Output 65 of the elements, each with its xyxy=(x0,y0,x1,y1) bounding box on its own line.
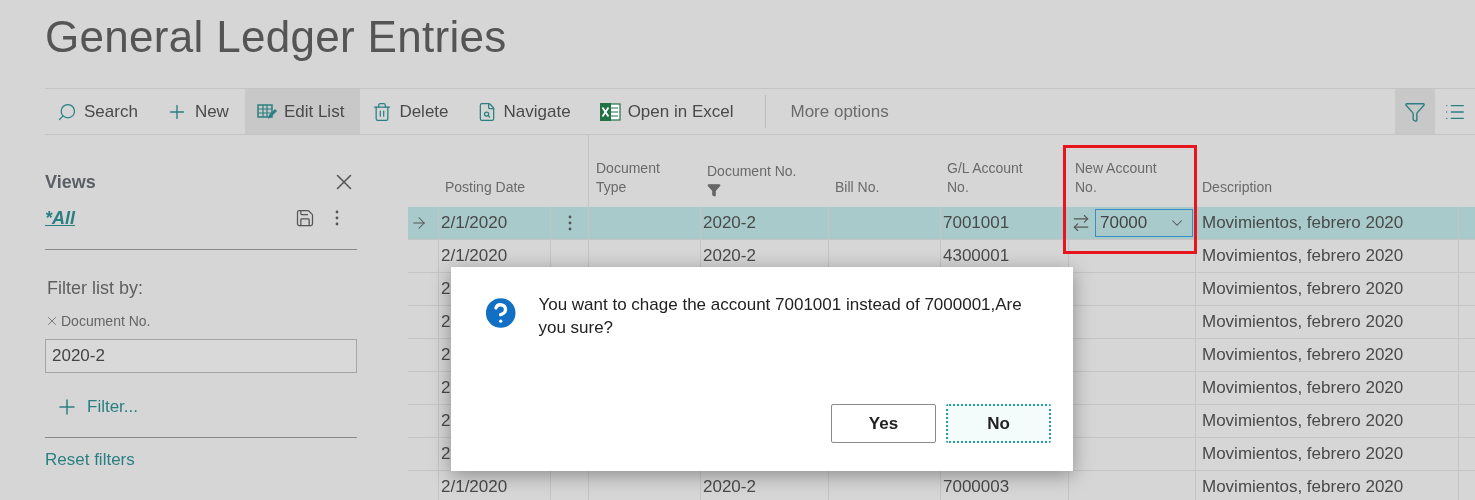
column-header[interactable]: Description xyxy=(1202,178,1292,197)
search-icon xyxy=(57,101,77,122)
trash-icon xyxy=(372,101,393,122)
filter-button[interactable] xyxy=(1395,89,1435,134)
table-cell: 7001001 xyxy=(943,213,1010,233)
table-cell: Movimientos, febrero 2020 xyxy=(1202,213,1404,233)
toolbar-button[interactable]: Open in Excel xyxy=(586,89,750,134)
filter-heading: Filter list by: xyxy=(47,278,144,299)
remove-filter-icon[interactable] xyxy=(45,314,59,328)
column-header[interactable]: G/L Account No. xyxy=(947,159,1037,197)
table-cell: 7000003 xyxy=(943,477,1010,497)
spreadsheet-icon xyxy=(598,101,621,122)
table-cell: 2 xyxy=(441,279,451,299)
view-link[interactable]: *All xyxy=(45,207,295,229)
table-cell: Movimientos, febrero 2020 xyxy=(1202,312,1404,332)
toolbar-button[interactable]: Search xyxy=(45,89,154,134)
add-filter-button[interactable]: Filter... xyxy=(45,395,138,419)
column-header[interactable]: Document Type xyxy=(596,159,686,197)
column-header[interactable]: Posting Date xyxy=(445,178,535,197)
table-cell: 2 xyxy=(441,312,451,332)
more-icon xyxy=(335,210,339,226)
more-button[interactable] xyxy=(335,210,339,226)
table-cell: 2020-2 xyxy=(703,213,756,233)
table-cell: Movimientos, febrero 2020 xyxy=(1202,345,1404,365)
account-dropdown[interactable]: 70000 xyxy=(1095,209,1193,237)
column-header[interactable]: Document No. xyxy=(707,162,797,181)
edit-list-icon xyxy=(256,102,277,121)
table-cell: 2 xyxy=(441,345,451,365)
row-menu-icon[interactable] xyxy=(567,215,572,231)
swap-icon xyxy=(1071,213,1091,233)
column-header[interactable]: New Account No. xyxy=(1075,159,1165,197)
dialog-button[interactable]: Yes xyxy=(831,404,936,443)
current-row-icon xyxy=(410,214,428,232)
reset-filters-link[interactable]: Reset filters xyxy=(45,450,357,470)
table-cell: 2 xyxy=(441,378,451,398)
table-cell: 2020-2 xyxy=(703,246,756,266)
dialog-button[interactable]: No xyxy=(946,404,1051,443)
table-cell: Movimientos, febrero 2020 xyxy=(1202,444,1404,464)
toolbar-button[interactable]: Navigate xyxy=(464,89,587,134)
save-icon xyxy=(295,208,315,228)
table-cell: Movimientos, febrero 2020 xyxy=(1202,279,1404,299)
table-row[interactable]: 2/1/2020 2020-2 7001001 70000 Movimientos, febrero 2020 xyxy=(408,207,1475,240)
views-heading: Views xyxy=(45,171,96,193)
filter-input[interactable]: 2020-2 xyxy=(45,339,357,373)
table-cell: 2020-2 xyxy=(703,477,756,497)
table-cell: Movimientos, febrero 2020 xyxy=(1202,246,1404,266)
filter-label: Document No. xyxy=(61,313,151,329)
table-cell: Movimientos, febrero 2020 xyxy=(1202,378,1404,398)
save-view-button[interactable] xyxy=(295,208,315,228)
toolbar-button[interactable]: Delete xyxy=(360,89,465,134)
more-options-button[interactable]: More options xyxy=(784,89,895,134)
dialog-message: You want to chage the account 7001001 instead of 7000001,Are you sure? xyxy=(538,294,1023,339)
table-cell: 4300001 xyxy=(943,246,1010,266)
table-cell: 2 xyxy=(441,444,451,464)
table-cell: 2/1/2020 xyxy=(441,246,508,266)
table-cell: 2 xyxy=(441,411,451,431)
table-cell: Movimientos, febrero 2020 xyxy=(1202,411,1404,431)
column-header[interactable]: Bill No. xyxy=(835,178,925,197)
toolbar-button[interactable]: Edit List xyxy=(244,89,361,134)
table-cell: 2/1/2020 xyxy=(441,477,508,497)
toolbar-button[interactable]: New xyxy=(153,89,245,134)
page-title: General Ledger Entries xyxy=(44,11,508,63)
table-cell: 2/1/2020 xyxy=(441,213,508,233)
filter-icon xyxy=(1404,100,1426,123)
table-cell: Movimientos, febrero 2020 xyxy=(1202,477,1404,497)
